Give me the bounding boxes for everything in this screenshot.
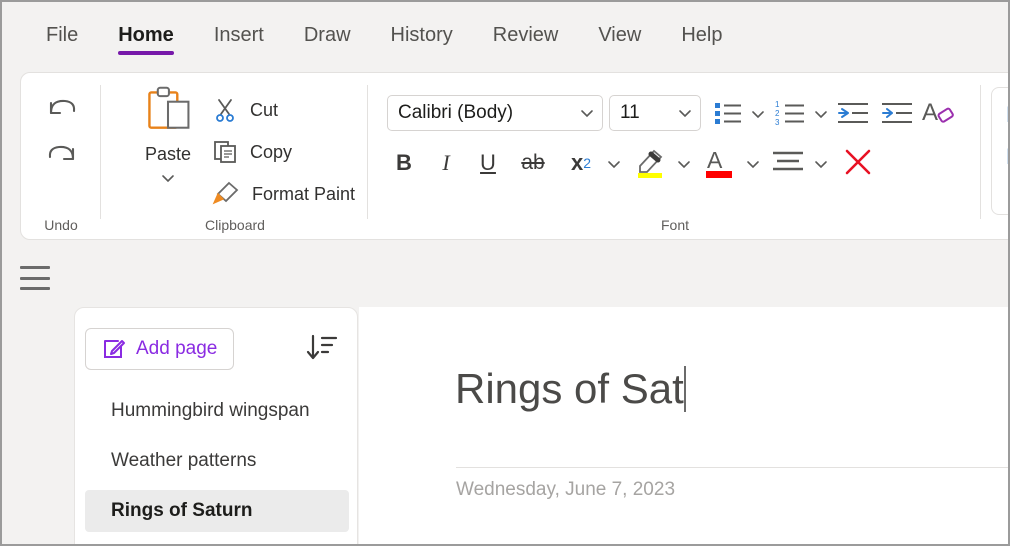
- chevron-down-icon: [581, 110, 593, 118]
- font-size-combobox[interactable]: 11: [609, 95, 701, 131]
- cut-button[interactable]: Cut: [212, 95, 278, 125]
- cut-label: Cut: [250, 99, 279, 120]
- ribbon-group-font: Calibri (Body) 11 1 2 3 A B I U ab x 2 A…: [369, 73, 981, 239]
- group-label-undo: Undo: [44, 217, 78, 233]
- tab-view[interactable]: View: [578, 18, 661, 57]
- scissors-icon: [216, 99, 234, 122]
- chevron-down-icon[interactable]: [749, 105, 767, 123]
- highlight-button[interactable]: [631, 143, 669, 181]
- clear-formatting-icon[interactable]: A: [921, 95, 957, 129]
- font-name-value: Calibri (Body): [398, 102, 514, 123]
- chevron-down-icon[interactable]: [812, 155, 830, 173]
- subscript-index: 2: [583, 155, 592, 171]
- page-title-text: Rings of Sat: [455, 365, 684, 412]
- page-date: Wednesday, June 7, 2023: [456, 479, 676, 500]
- clear-all-formatting-icon[interactable]: [839, 143, 877, 181]
- format-painter-button[interactable]: Format Paint: [212, 179, 355, 209]
- chevron-down-icon[interactable]: [159, 169, 177, 187]
- page-list-item-weather-patterns[interactable]: Weather patterns: [85, 440, 349, 482]
- paste-button[interactable]: Paste: [126, 85, 210, 192]
- numbering-icon[interactable]: 1 2 3: [773, 97, 807, 129]
- page-title[interactable]: Rings of Sat: [455, 365, 686, 413]
- bullets-icon[interactable]: [711, 97, 745, 129]
- copy-button[interactable]: Copy: [212, 137, 292, 167]
- tab-help[interactable]: Help: [661, 18, 742, 57]
- underline-button[interactable]: U: [471, 147, 505, 179]
- group-label-clipboard: Clipboard: [205, 217, 265, 233]
- tab-history[interactable]: History: [371, 18, 473, 57]
- font-color-button[interactable]: A: [701, 143, 739, 181]
- page-list-item-hummingbird-wingspan[interactable]: Hummingbird wingspan: [85, 390, 349, 432]
- ribbon-group-undo: Undo: [21, 73, 101, 239]
- svg-text:A: A: [922, 99, 938, 126]
- chevron-down-icon[interactable]: [744, 155, 762, 173]
- format-painter-icon: [212, 181, 239, 205]
- ribbon-group-clipboard: Paste Cut Copy Format Paint Clipboard: [102, 73, 368, 239]
- subscript-button[interactable]: x2: [561, 147, 601, 179]
- chevron-down-icon[interactable]: [605, 155, 623, 173]
- paste-label: Paste: [144, 144, 192, 164]
- increase-indent-icon[interactable]: [879, 97, 915, 129]
- italic-button[interactable]: I: [429, 147, 463, 179]
- style-heading-1[interactable]: H: [1006, 102, 1008, 128]
- ribbon-tab-strip: File Home Insert Draw History Review Vie…: [2, 2, 1008, 72]
- chevron-down-icon: [679, 110, 691, 118]
- sort-descending-icon[interactable]: [305, 332, 339, 366]
- page-canvas[interactable]: Rings of Sat Wednesday, June 7, 2023: [359, 307, 1008, 544]
- onenote-window: File Home Insert Draw History Review Vie…: [0, 0, 1010, 546]
- tab-draw[interactable]: Draw: [284, 18, 371, 57]
- page-list-panel: Add page Hummingbird wingspan Weather pa…: [74, 307, 358, 544]
- undo-arrow-icon[interactable]: [41, 89, 83, 131]
- chevron-down-icon[interactable]: [812, 105, 830, 123]
- copy-icon: [214, 141, 236, 163]
- decrease-indent-icon[interactable]: [835, 97, 871, 129]
- font-size-value: 11: [620, 102, 640, 123]
- redo-arrow-icon[interactable]: [41, 135, 83, 177]
- subscript-base: x: [570, 150, 584, 175]
- add-page-button[interactable]: Add page: [85, 328, 235, 370]
- group-label-font: Font: [660, 217, 689, 233]
- strikethrough-button[interactable]: ab: [513, 147, 553, 179]
- bold-button[interactable]: B: [387, 147, 421, 179]
- edit-page-icon: [104, 340, 125, 358]
- tab-review[interactable]: Review: [473, 18, 579, 57]
- hamburger-menu-icon[interactable]: [20, 266, 50, 290]
- add-page-label: Add page: [136, 338, 218, 359]
- copy-label: Copy: [250, 141, 293, 162]
- chevron-down-icon[interactable]: [675, 155, 693, 173]
- format-painter-label: Format Paint: [252, 183, 356, 204]
- ribbon-body: Undo Paste Cut Copy Format Paint Clipboa…: [20, 72, 1008, 240]
- svg-text:2: 2: [775, 109, 780, 118]
- page-list-item-rings-of-saturn[interactable]: Rings of Saturn: [85, 490, 349, 532]
- styles-gallery[interactable]: H H: [991, 87, 1008, 215]
- align-button[interactable]: [769, 145, 807, 179]
- tab-file[interactable]: File: [26, 18, 98, 57]
- clipboard-icon: [148, 86, 190, 129]
- svg-text:A: A: [707, 147, 723, 173]
- tab-home[interactable]: Home: [98, 18, 194, 57]
- svg-text:3: 3: [775, 118, 780, 127]
- ribbon-group-styles: H H: [983, 73, 1008, 239]
- title-divider: [456, 467, 1008, 468]
- svg-text:1: 1: [775, 100, 780, 109]
- text-cursor: [683, 366, 686, 412]
- tab-insert[interactable]: Insert: [194, 18, 284, 57]
- style-heading-2[interactable]: H: [1006, 144, 1008, 170]
- font-name-combobox[interactable]: Calibri (Body): [387, 95, 603, 131]
